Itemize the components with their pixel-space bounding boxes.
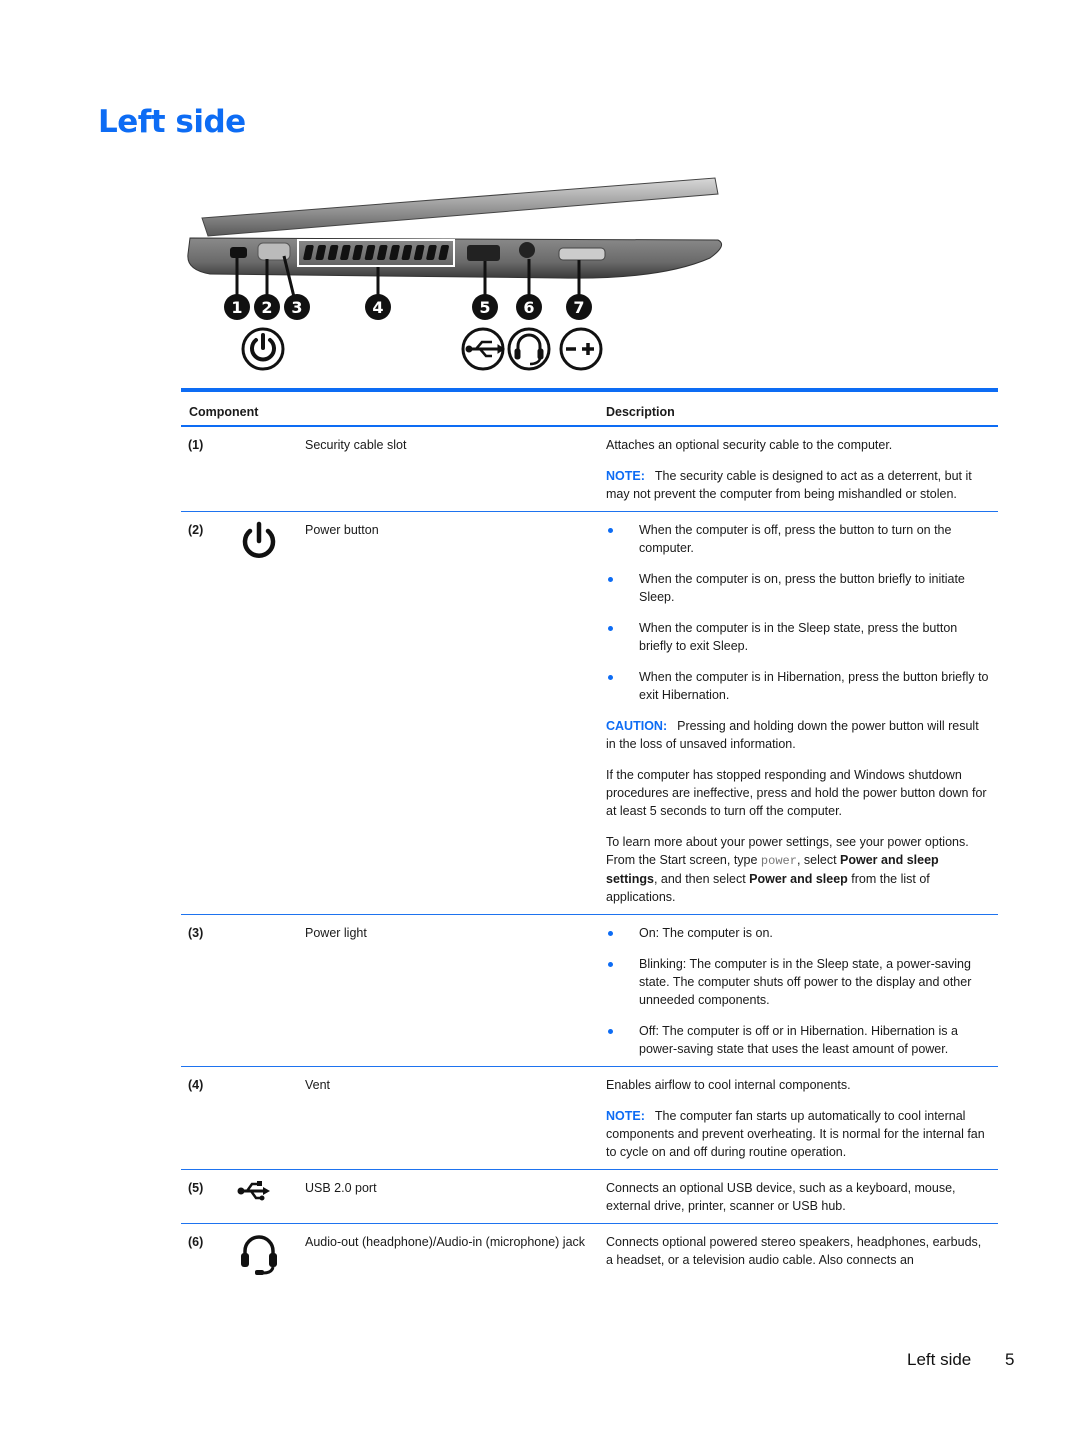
component-number: (3) xyxy=(188,926,204,940)
volume-icon xyxy=(559,327,603,371)
table-row: (2) Power button When the computer is of… xyxy=(181,512,998,915)
component-description: On: The computer is on. Blinking: The co… xyxy=(606,915,991,1066)
component-name: USB 2.0 port xyxy=(305,1181,377,1195)
laptop-left-side-illustration: 1 2 3 4 5 6 7 xyxy=(187,177,723,371)
callout-6: 6 xyxy=(516,294,542,320)
note: NOTE: The computer fan starts up automati… xyxy=(606,1107,991,1161)
component-table: Component Description (1) Security cable… xyxy=(181,388,998,1294)
note: NOTE: The security cable is designed to a… xyxy=(606,467,991,503)
list-item: When the computer is on, press the butto… xyxy=(606,570,991,606)
svg-text:7: 7 xyxy=(573,298,584,317)
power-settings-paragraph: To learn more about your power settings,… xyxy=(606,833,991,906)
callout-1: 1 xyxy=(224,294,250,320)
list-item: On: The computer is on. xyxy=(606,924,991,942)
description-text: Enables airflow to cool internal compone… xyxy=(606,1078,851,1092)
svg-text:6: 6 xyxy=(523,298,534,317)
component-name: Power button xyxy=(305,523,379,537)
svg-text:4: 4 xyxy=(372,298,383,317)
table-row: (1) Security cable slot Attaches an opti… xyxy=(181,427,998,512)
bullet-list: On: The computer is on. Blinking: The co… xyxy=(606,924,991,1058)
bullet-list: When the computer is off, press the butt… xyxy=(606,521,991,704)
component-number: (2) xyxy=(188,523,204,537)
caution-label: CAUTION: xyxy=(606,719,668,733)
callout-4: 4 xyxy=(365,294,391,320)
power-icon xyxy=(237,519,281,568)
page-title: Left side xyxy=(98,104,246,140)
note-label: NOTE: xyxy=(606,1109,645,1123)
component-description: Connects an optional USB device, such as… xyxy=(606,1170,991,1223)
callout-5: 5 xyxy=(472,294,498,320)
callout-3: 3 xyxy=(284,294,310,320)
component-name: Audio-out (headphone)/Audio-in (micropho… xyxy=(305,1235,586,1249)
usb-icon xyxy=(461,327,505,371)
header-component: Component xyxy=(189,405,259,419)
usb-port xyxy=(467,245,500,261)
callout-2: 2 xyxy=(254,294,280,320)
header-description: Description xyxy=(606,405,675,419)
code-text: power xyxy=(760,854,797,868)
security-cable-slot xyxy=(230,247,247,258)
volume-button xyxy=(558,247,606,261)
description-text: If the computer has stopped responding a… xyxy=(606,768,987,818)
footer-section-title: Left side xyxy=(907,1350,972,1369)
caution: CAUTION: Pressing and holding down the po… xyxy=(606,717,991,753)
svg-text:5: 5 xyxy=(479,298,490,317)
component-name: Vent xyxy=(305,1078,331,1092)
note-text: The computer fan starts up automatically… xyxy=(606,1109,985,1159)
callout-markers: 1 2 3 4 5 6 7 xyxy=(224,294,592,320)
description-text: Attaches an optional security cable to t… xyxy=(606,438,893,452)
svg-text:2: 2 xyxy=(261,298,272,317)
power-icon xyxy=(241,327,285,371)
component-description: Connects optional powered stereo speaker… xyxy=(606,1224,991,1277)
component-name: Power light xyxy=(305,926,367,940)
callout-7: 7 xyxy=(566,294,592,320)
note-label: NOTE: xyxy=(606,469,645,483)
audio-jack xyxy=(519,242,535,258)
table-row: (4) Vent Enables airflow to cool interna… xyxy=(181,1067,998,1170)
text-span: , and then select xyxy=(653,872,750,886)
component-name: Security cable slot xyxy=(305,438,407,452)
headset-icon xyxy=(237,1231,281,1282)
list-item: When the computer is in Hibernation, pre… xyxy=(606,668,991,704)
table-row: (3) Power light On: The computer is on. … xyxy=(181,915,998,1067)
component-number: (4) xyxy=(188,1078,204,1092)
table-header: Component Description xyxy=(181,388,998,427)
component-description: When the computer is off, press the butt… xyxy=(606,512,991,914)
usb-icon xyxy=(237,1180,271,1207)
component-number: (5) xyxy=(188,1181,204,1195)
svg-text:3: 3 xyxy=(291,298,302,317)
list-item: When the computer is in the Sleep state,… xyxy=(606,619,991,655)
table-row: (5) USB 2.0 port Connects an optional US… xyxy=(181,1170,998,1224)
svg-text:1: 1 xyxy=(231,298,242,317)
list-item: Blinking: The computer is in the Sleep s… xyxy=(606,955,991,1009)
list-item: Off: The computer is off or in Hibernati… xyxy=(606,1022,991,1058)
page-number: 5 xyxy=(1005,1350,1015,1369)
headset-icon xyxy=(507,327,551,371)
component-number: (6) xyxy=(188,1235,204,1249)
bold-text: Power and sleep xyxy=(749,872,848,886)
component-number: (1) xyxy=(188,438,204,452)
table-row: (6) Audio-out (headphone)/Audio-in (micr… xyxy=(181,1224,998,1294)
component-description: Enables airflow to cool internal compone… xyxy=(606,1067,991,1169)
list-item: When the computer is off, press the butt… xyxy=(606,521,991,557)
description-text: Connects optional powered stereo speaker… xyxy=(606,1235,982,1267)
note-text: The security cable is designed to act as… xyxy=(606,469,972,501)
text-span: , select xyxy=(796,853,841,867)
description-text: Connects an optional USB device, such as… xyxy=(606,1181,956,1213)
component-description: Attaches an optional security cable to t… xyxy=(606,427,991,511)
